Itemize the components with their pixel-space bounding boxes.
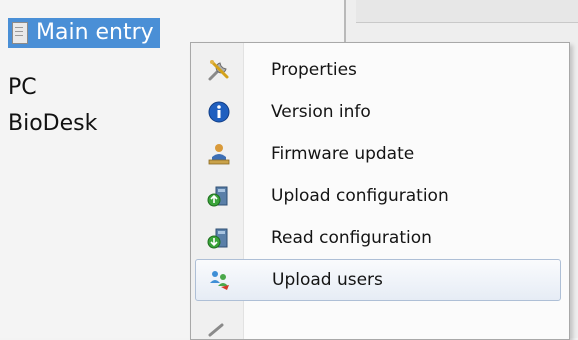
info-icon bbox=[205, 98, 233, 126]
menu-item-upload-configuration[interactable]: Upload configuration bbox=[195, 175, 561, 217]
document-icon bbox=[12, 22, 28, 44]
partial-menu-icon bbox=[205, 316, 233, 339]
tree-item-main-entry[interactable]: Main entry bbox=[8, 18, 160, 48]
menu-item-version-info[interactable]: Version info bbox=[195, 91, 561, 133]
tree-item-pc[interactable]: PC bbox=[8, 74, 37, 102]
menu-item-properties[interactable]: Properties bbox=[195, 49, 561, 91]
menu-item-partial[interactable] bbox=[195, 321, 561, 339]
menu-item-label: Upload users bbox=[272, 270, 383, 290]
detail-pane-header bbox=[356, 0, 578, 23]
menu-item-label: Upload configuration bbox=[271, 186, 449, 206]
properties-icon bbox=[205, 56, 233, 84]
upload-config-icon bbox=[205, 182, 233, 210]
firmware-icon bbox=[205, 140, 233, 168]
context-menu: Properties Version info Firmware update bbox=[190, 42, 570, 340]
menu-item-label: Version info bbox=[271, 102, 371, 122]
read-config-icon bbox=[205, 224, 233, 252]
tree-item-label: Main entry bbox=[36, 20, 154, 45]
menu-item-firmware-update[interactable]: Firmware update bbox=[195, 133, 561, 175]
upload-users-icon bbox=[206, 266, 234, 294]
menu-item-label: Read configuration bbox=[271, 228, 432, 248]
menu-item-label: Properties bbox=[271, 60, 357, 80]
menu-item-upload-users[interactable]: Upload users bbox=[195, 259, 561, 301]
menu-item-read-configuration[interactable]: Read configuration bbox=[195, 217, 561, 259]
tree-item-biodesk[interactable]: BioDesk bbox=[8, 110, 97, 138]
menu-item-label: Firmware update bbox=[271, 144, 415, 164]
